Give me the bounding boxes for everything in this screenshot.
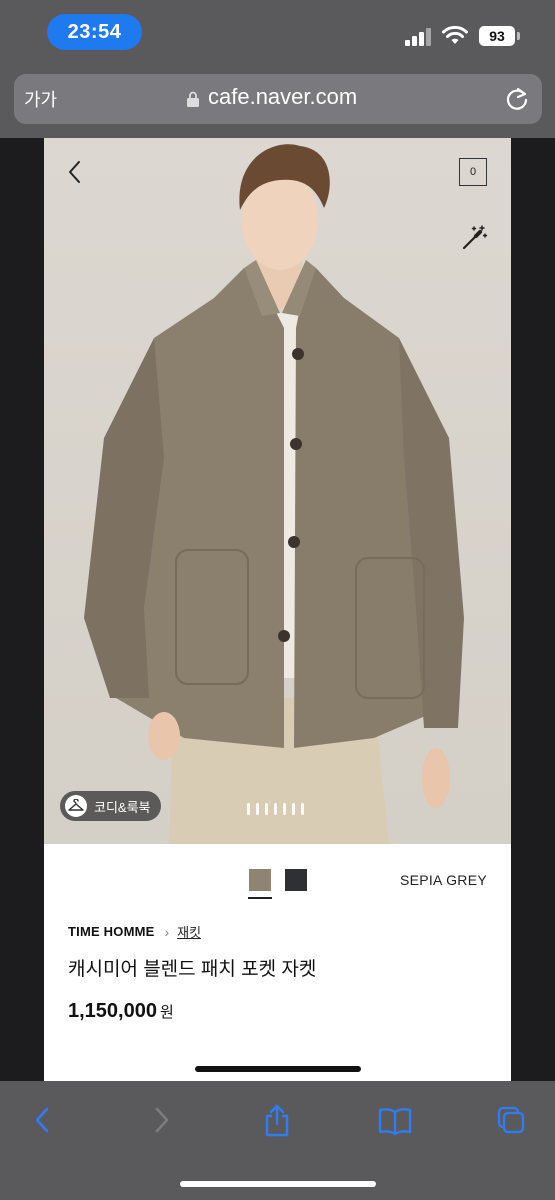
selected-swatch-indicator [248, 897, 272, 899]
page-scroll-indicator [195, 1066, 361, 1072]
cart-button[interactable]: 0 [459, 158, 487, 186]
model-photo [84, 144, 464, 844]
coordination-lookbook-button[interactable]: 코디&룩북 [60, 791, 161, 821]
page-dot[interactable] [256, 803, 259, 815]
web-content: 0 코디&룩북 SEPIA GREY TIME HOMME › 재킷 캐시미어 … [0, 138, 555, 1081]
bookmarks-icon[interactable] [378, 1103, 412, 1137]
page-dot[interactable] [283, 803, 286, 815]
battery-indicator: 93 [479, 26, 520, 46]
product-page: 0 코디&룩북 SEPIA GREY TIME HOMME › 재킷 캐시미어 … [44, 138, 511, 1081]
text-size-button[interactable]: 가가 [24, 86, 57, 112]
chevron-right-icon: › [164, 923, 170, 940]
currency-unit: 원 [159, 1004, 174, 1021]
status-bar: 23:54 93 [0, 0, 555, 66]
url-text[interactable]: cafe.naver.com [208, 84, 357, 110]
home-indicator [180, 1181, 376, 1187]
page-dot[interactable] [265, 803, 268, 815]
lock-icon [187, 91, 199, 107]
wifi-icon [442, 25, 468, 44]
share-icon[interactable] [262, 1103, 292, 1137]
tabs-icon[interactable] [496, 1103, 526, 1137]
forward-icon[interactable] [146, 1103, 176, 1137]
page-dot[interactable] [292, 803, 295, 815]
category-link[interactable]: 재킷 [177, 922, 201, 941]
address-bar[interactable]: 가가 cafe.naver.com [14, 74, 542, 124]
back-icon[interactable] [28, 1103, 58, 1137]
cellular-signal-icon [405, 28, 433, 46]
color-swatch-charcoal[interactable] [285, 869, 307, 891]
price-value: 1,150,000 [68, 1000, 157, 1022]
back-arrow-icon[interactable] [64, 158, 86, 186]
page-dot[interactable] [247, 803, 250, 815]
brand-link[interactable]: TIME HOMME [68, 924, 155, 939]
browser-url-area: 가가 cafe.naver.com [0, 66, 555, 138]
page-dot[interactable] [301, 803, 304, 815]
coordination-label: 코디&룩북 [94, 799, 151, 815]
product-price: 1,150,000 원 [68, 1000, 174, 1023]
magic-wand-icon[interactable] [460, 224, 488, 252]
color-name: SEPIA GREY [399, 872, 487, 888]
breadcrumb: TIME HOMME › 재킷 [68, 922, 201, 941]
color-swatch-sepia-grey[interactable] [249, 869, 271, 891]
hanger-icon [65, 795, 87, 817]
product-image[interactable]: 0 코디&룩북 [44, 138, 511, 844]
image-pagination[interactable] [247, 803, 304, 815]
status-time[interactable]: 23:54 [47, 14, 142, 50]
page-dot[interactable] [274, 803, 277, 815]
reload-icon[interactable] [504, 86, 530, 112]
product-title: 캐시미어 블렌드 패치 포켓 자켓 [68, 959, 317, 980]
